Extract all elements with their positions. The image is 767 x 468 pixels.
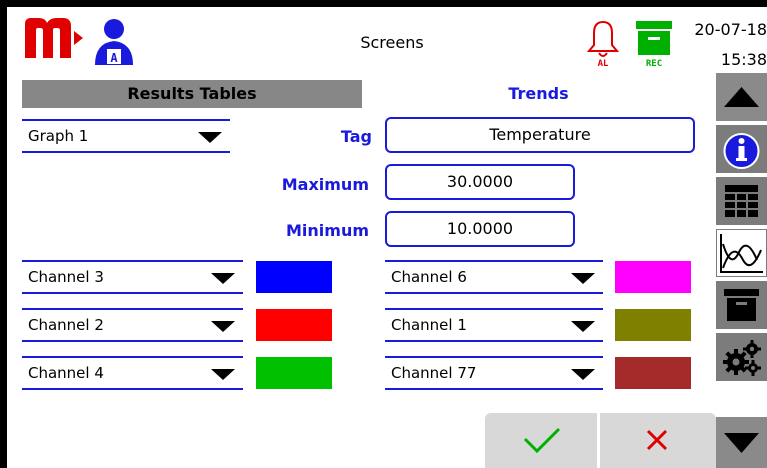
trend-view-button[interactable] xyxy=(716,229,767,277)
channel-name: Channel 1 xyxy=(391,316,467,334)
brand-logo xyxy=(25,18,71,58)
archive-icon xyxy=(724,289,759,321)
x-icon xyxy=(646,429,668,451)
info-icon xyxy=(723,133,760,169)
logo-arrow-icon xyxy=(74,31,83,45)
confirm-button[interactable] xyxy=(485,413,597,468)
time-display: 15:38 xyxy=(720,50,767,69)
chevron-down-icon xyxy=(211,321,235,332)
settings-button[interactable] xyxy=(716,333,767,381)
channel-name: Channel 4 xyxy=(28,364,104,382)
tag-field[interactable]: Temperature xyxy=(385,117,695,153)
channel-select-left-1[interactable]: Channel 3 xyxy=(22,260,243,294)
chevron-down-icon xyxy=(571,369,595,380)
channel-select-left-3[interactable]: Channel 4 xyxy=(22,356,243,390)
channel-color-swatch[interactable] xyxy=(615,261,691,293)
chevron-down-icon xyxy=(211,369,235,380)
scroll-up-button[interactable] xyxy=(716,73,767,121)
tag-label: Tag xyxy=(340,127,372,146)
channel-name: Channel 3 xyxy=(28,268,104,286)
alarm-label: AL xyxy=(598,59,609,67)
channel-color-swatch[interactable] xyxy=(256,357,332,389)
trend-chart-icon xyxy=(720,234,763,273)
minimum-field[interactable]: 10.0000 xyxy=(385,211,575,247)
channel-color-swatch[interactable] xyxy=(256,309,332,341)
svg-text:A: A xyxy=(110,51,118,65)
graph-select[interactable]: Graph 1 xyxy=(22,119,230,153)
chevron-down-icon xyxy=(571,321,595,332)
channel-name: Channel 6 xyxy=(391,268,467,286)
up-arrow-icon xyxy=(724,87,759,107)
scroll-down-button[interactable] xyxy=(716,417,767,468)
table-view-button[interactable] xyxy=(716,177,767,225)
graph-select-value: Graph 1 xyxy=(28,127,89,145)
channel-select-right-1[interactable]: Channel 6 xyxy=(385,260,603,294)
chevron-down-icon xyxy=(198,132,222,143)
channel-select-right-2[interactable]: Channel 1 xyxy=(385,308,603,342)
page-title: Screens xyxy=(360,33,424,52)
tab-results-tables[interactable]: Results Tables xyxy=(22,80,362,108)
channel-name: Channel 2 xyxy=(28,316,104,334)
channel-color-swatch[interactable] xyxy=(615,309,691,341)
user-admin-icon[interactable]: A xyxy=(93,17,135,67)
channel-select-left-2[interactable]: Channel 2 xyxy=(22,308,243,342)
archive-button[interactable] xyxy=(716,281,767,329)
date-display: 20-07-18 xyxy=(694,20,767,39)
alarm-bell-icon[interactable]: AL xyxy=(585,19,621,67)
channel-select-right-3[interactable]: Channel 77 xyxy=(385,356,603,390)
minimum-label: Minimum xyxy=(285,221,369,240)
settings-gears-icon xyxy=(723,340,761,376)
maximum-label: Maximum xyxy=(281,175,369,194)
cancel-button[interactable] xyxy=(600,413,716,468)
channel-name: Channel 77 xyxy=(391,364,477,382)
maximum-field[interactable]: 30.0000 xyxy=(385,164,575,200)
tab-trends[interactable]: Trends xyxy=(362,80,715,108)
table-icon xyxy=(725,185,758,217)
chevron-down-icon xyxy=(571,273,595,284)
chevron-down-icon xyxy=(211,273,235,284)
checkmark-icon xyxy=(523,427,561,454)
down-arrow-icon xyxy=(724,433,759,453)
rec-label: REC xyxy=(646,59,662,67)
channel-color-swatch[interactable] xyxy=(256,261,332,293)
record-archive-icon[interactable]: REC xyxy=(634,19,674,67)
channel-color-swatch[interactable] xyxy=(615,357,691,389)
info-button[interactable] xyxy=(716,125,767,173)
screen: A Screens AL REC 20-07-18 15:38 Results … xyxy=(7,7,767,468)
